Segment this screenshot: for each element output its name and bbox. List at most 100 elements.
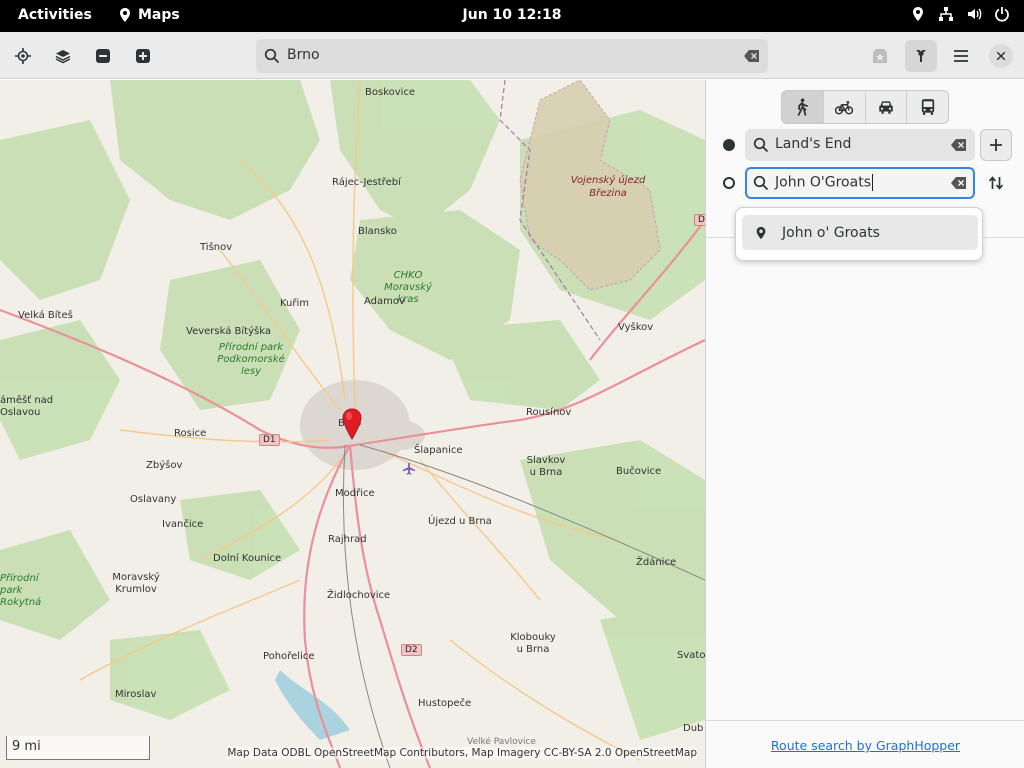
suggestion-item[interactable]: John o' Groats <box>742 215 978 250</box>
system-top-bar: Activities Maps Jun 10 12:18 <box>0 0 1024 32</box>
map-label: Tišnov <box>200 242 233 253</box>
zoom-in-icon <box>136 49 150 63</box>
map-label: Újezd u Brna <box>428 516 492 527</box>
location-icon <box>913 7 923 21</box>
clear-to-icon[interactable] <box>951 176 967 190</box>
route-from-input[interactable]: Land's End <box>745 129 975 161</box>
map-label: áměšť nad Oslavou <box>0 395 54 418</box>
road-shield: D2 <box>401 644 422 656</box>
map-label: Zbýšov <box>146 460 183 471</box>
map-scale: 9 mi <box>6 736 150 760</box>
header-bar: Brno <box>0 32 1024 79</box>
app-menu-button[interactable]: Maps <box>118 7 180 23</box>
favorites-star-icon <box>873 49 887 63</box>
map-label: Pohořelice <box>263 651 315 662</box>
footer-divider <box>706 720 1024 721</box>
map-label: Vyškov <box>618 322 654 333</box>
mode-driving-button[interactable] <box>866 91 908 123</box>
power-icon <box>995 7 1009 22</box>
mode-transit-button[interactable] <box>907 91 948 123</box>
pedestrian-icon <box>798 98 809 116</box>
route-to-input[interactable]: John O'Groats <box>745 167 975 199</box>
map-label: Dolní Kounice <box>213 553 282 564</box>
hamburger-menu-icon <box>954 50 968 62</box>
maps-app-icon <box>120 8 130 22</box>
current-location-button[interactable] <box>7 40 39 72</box>
map-label: Šlapanice <box>414 445 463 456</box>
clear-search-icon[interactable] <box>744 49 760 63</box>
route-end-marker <box>723 177 735 189</box>
close-window-button[interactable] <box>989 44 1013 68</box>
text-cursor <box>871 174 873 191</box>
map-label: Rájec-Jestřebí <box>332 177 401 188</box>
airport-icon <box>402 462 416 475</box>
map-label: Kuřim <box>280 298 310 309</box>
map-label: Židlochovice <box>327 590 391 601</box>
map-label: Rosice <box>174 428 207 439</box>
map-label: Moravský Krumlov <box>112 572 160 595</box>
map-label: Ivančice <box>162 519 204 530</box>
crosshair-icon <box>15 48 31 64</box>
route-start-marker <box>723 139 735 151</box>
favorites-button[interactable] <box>864 40 896 72</box>
graphhopper-link[interactable]: Route search by GraphHopper <box>706 738 1024 753</box>
search-icon <box>753 175 769 191</box>
map-label: Hustopeče <box>418 698 472 709</box>
map-label: Dub <box>683 723 704 734</box>
place-search-input[interactable]: Brno <box>256 39 768 73</box>
layers-button[interactable] <box>47 40 79 72</box>
map-label: Miroslav <box>115 689 157 700</box>
bus-icon <box>921 99 934 115</box>
road-shield: D1 <box>259 434 280 446</box>
system-tray[interactable] <box>910 6 1010 22</box>
map-label: Blansko <box>358 226 397 237</box>
map-label: Rousínov <box>526 407 572 418</box>
search-icon <box>264 48 280 64</box>
route-sidebar: Land's End John O'Groats Route search by… <box>705 80 1024 768</box>
zoom-in-button[interactable] <box>127 40 159 72</box>
mode-walking-button[interactable] <box>782 91 824 123</box>
map-label: Přírodní park Podkomorské lesy <box>217 342 285 377</box>
car-icon <box>879 101 893 114</box>
route-planner-toggle[interactable] <box>905 40 937 72</box>
map-label: Přírodní park Rokytná <box>0 573 42 608</box>
app-name: Maps <box>138 7 180 23</box>
map-label: Velké Pavlovice <box>467 737 536 747</box>
reverse-route-button[interactable] <box>980 167 1012 199</box>
main-menu-button[interactable] <box>945 40 977 72</box>
map-label: Rajhrad <box>328 534 367 545</box>
plus-icon <box>990 139 1002 151</box>
map-attribution: Map Data ODBL OpenStreetMap Contributors… <box>227 747 697 759</box>
network-wired-icon <box>939 7 953 21</box>
map-label: Slavkov u Brna <box>526 455 566 478</box>
map-label: Vojenský újezd Březina <box>570 175 646 199</box>
map-label: Svatob <box>677 650 705 661</box>
place-marker-pin-icon[interactable] <box>340 408 364 440</box>
map-label: Veverská Bítýška <box>186 326 271 337</box>
map-label: Oslavany <box>130 494 177 505</box>
activities-button[interactable]: Activities <box>18 7 92 23</box>
place-pin-icon <box>756 226 766 239</box>
map-label: Klobouky u Brna <box>510 632 556 655</box>
zoom-out-icon <box>96 49 110 63</box>
mode-cycling-button[interactable] <box>824 91 866 123</box>
route-from-value: Land's End <box>775 136 852 152</box>
map-label: Boskovice <box>365 87 416 98</box>
close-icon <box>996 51 1006 61</box>
map-view[interactable]: Boskovice Rájec-Jestřebí Blansko Tišnov … <box>0 80 705 768</box>
map-label: Ždánice <box>636 557 677 568</box>
place-suggestion-popover: John o' Groats <box>735 207 983 261</box>
route-to-value: John O'Groats <box>775 174 871 191</box>
clear-from-icon[interactable] <box>951 138 967 152</box>
search-icon <box>753 137 769 153</box>
zoom-out-button[interactable] <box>87 40 119 72</box>
transport-mode-selector <box>781 90 949 124</box>
add-waypoint-button[interactable] <box>980 129 1012 161</box>
map-label: Adamov <box>364 296 405 307</box>
route-icon <box>916 50 926 62</box>
volume-icon <box>968 8 982 20</box>
map-label: Modřice <box>335 488 375 499</box>
route-to-value-wrap: John O'Groats <box>775 174 873 191</box>
suggestion-label: John o' Groats <box>782 224 880 241</box>
layers-icon <box>55 50 71 64</box>
